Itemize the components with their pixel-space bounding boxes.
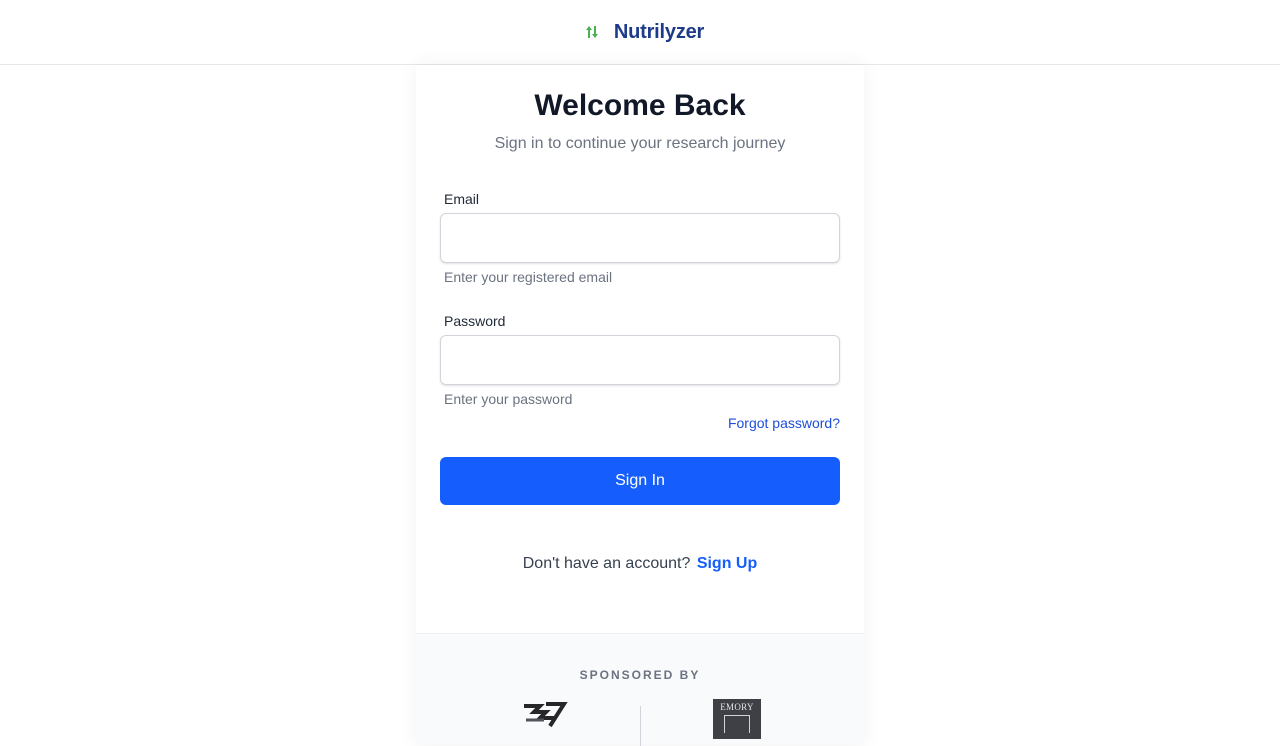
forgot-password-link[interactable]: Forgot password? (728, 415, 840, 431)
brand-home-link[interactable]: Nutrilyzer (580, 20, 704, 44)
email-hint: Enter your registered email (444, 269, 613, 285)
login-card: Welcome Back Sign in to continue your re… (416, 65, 864, 746)
signup-prompt-row: Don't have an account? Sign Up (416, 555, 864, 573)
sponsors-title: SPONSORED BY (579, 668, 701, 682)
signup-prompt-text: Don't have an account? (522, 555, 691, 572)
sponsor-logo-emory: EMORY (713, 699, 761, 739)
sign-up-link[interactable]: Sign Up (697, 555, 757, 572)
sign-in-button[interactable]: Sign In (440, 457, 840, 505)
top-navigation-bar: Nutrilyzer (0, 0, 1280, 65)
sponsors-section: SPONSORED BY EMORY (416, 633, 864, 746)
emblem-icon (524, 702, 568, 728)
sponsor-divider (640, 706, 641, 746)
password-hint: Enter your password (444, 391, 573, 407)
brand-name: Nutrilyzer (613, 20, 705, 43)
password-field[interactable] (440, 335, 840, 385)
page-subtitle: Sign in to continue your research journe… (494, 135, 786, 152)
email-field[interactable] (440, 213, 840, 263)
page-title: Welcome Back (534, 89, 746, 122)
email-label: Email (444, 191, 480, 207)
sponsor-logo-1 (520, 700, 568, 730)
password-label: Password (444, 313, 506, 329)
leaf-arrows-icon (580, 20, 604, 44)
